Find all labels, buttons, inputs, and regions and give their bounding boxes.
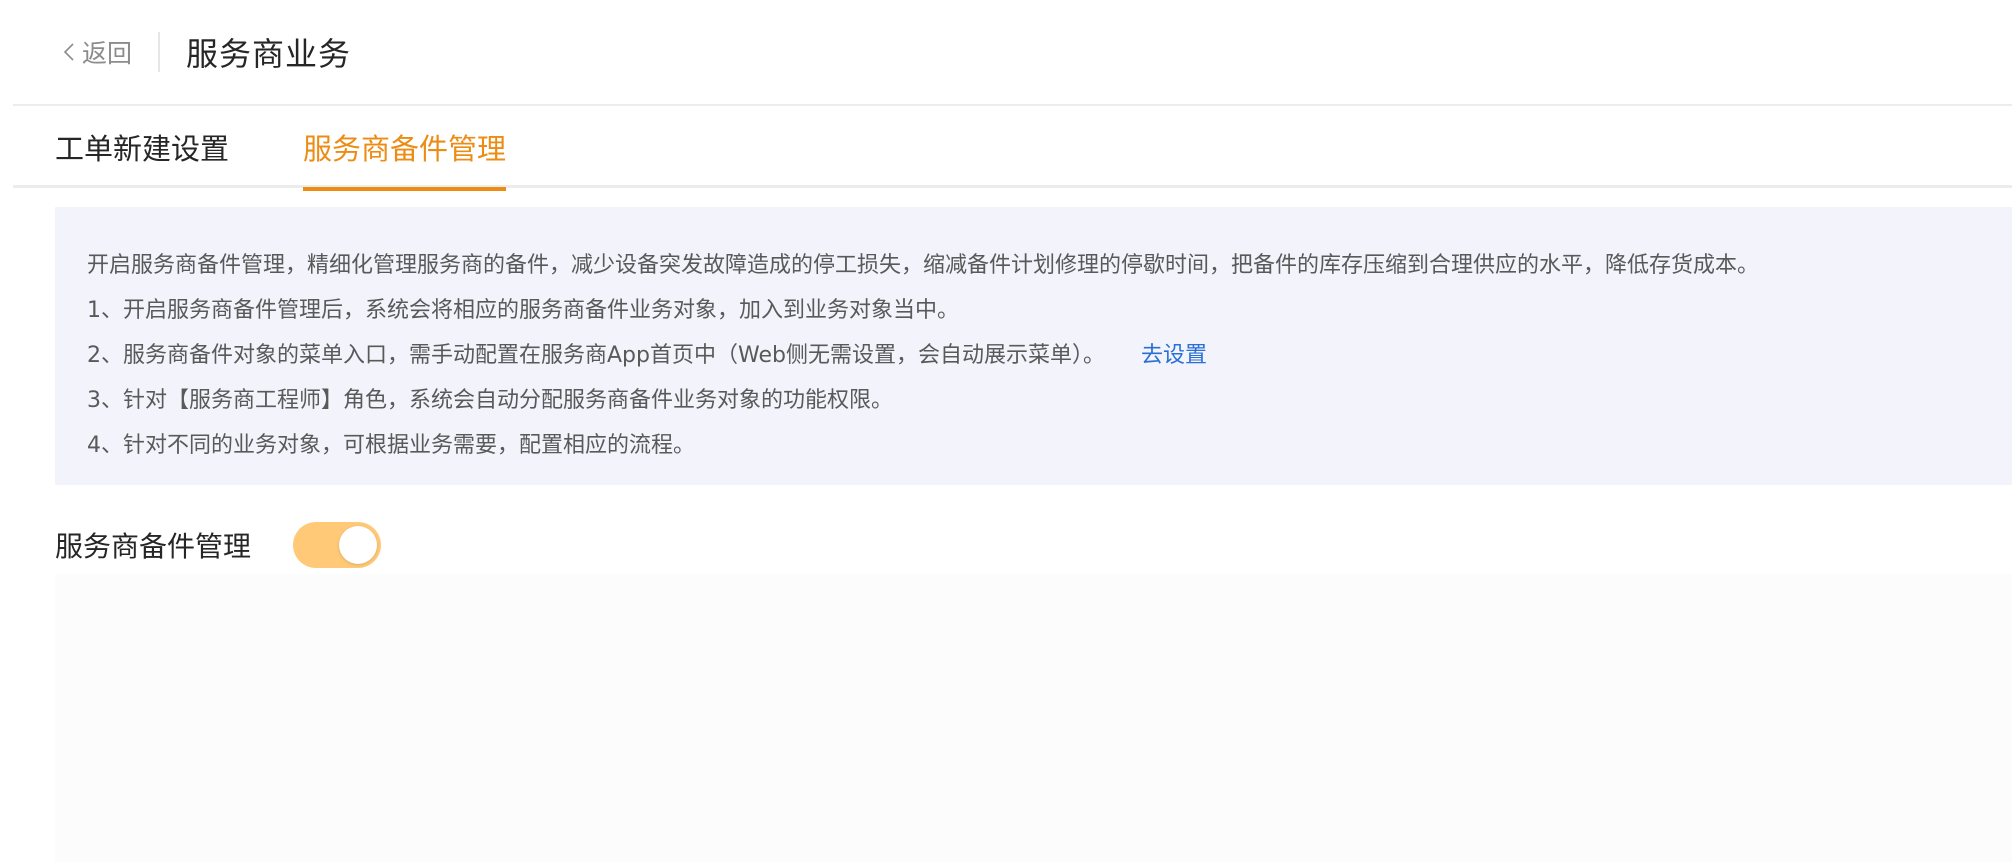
header: 返回 服务商业务 (13, 0, 2012, 106)
info-line-with-link: 2、服务商备件对象的菜单入口，需手动配置在服务商App首页中（Web侧无需设置，… (87, 333, 2012, 378)
info-line-text: 2、服务商备件对象的菜单入口，需手动配置在服务商App首页中（Web侧无需设置，… (87, 343, 1105, 368)
setting-label: 服务商备件管理 (55, 530, 252, 563)
chevron-left-icon (58, 32, 80, 72)
page-title: 服务商业务 (186, 35, 352, 73)
back-button[interactable]: 返回 (58, 32, 132, 72)
go-settings-link[interactable]: 去设置 (1141, 343, 1207, 368)
info-line: 4、针对不同的业务对象，可根据业务需要，配置相应的流程。 (87, 433, 695, 458)
info-box: 开启服务商备件管理，精细化管理服务商的备件，减少设备突发故障造成的停工损失，缩减… (55, 207, 2012, 485)
info-line: 开启服务商备件管理，精细化管理服务商的备件，减少设备突发故障造成的停工损失，缩减… (87, 253, 1760, 278)
page: 返回 服务商业务 工单新建设置 服务商备件管理 开启服务商备件管理，精细化管理服… (0, 0, 2012, 862)
spare-parts-setting-row: 服务商备件管理 (55, 520, 382, 570)
info-line: 3、针对【服务商工程师】角色，系统会自动分配服务商备件业务对象的功能权限。 (87, 388, 893, 413)
header-divider (158, 32, 161, 72)
content-area (55, 574, 2012, 862)
spare-parts-toggle[interactable] (293, 522, 382, 568)
tab-spare-parts-management[interactable]: 服务商备件管理 (303, 106, 507, 191)
back-label: 返回 (82, 39, 133, 68)
toggle-knob (339, 526, 378, 564)
info-line: 1、开启服务商备件管理后，系统会将相应的服务商备件业务对象，加入到业务对象当中。 (87, 298, 960, 323)
tab-work-order-settings[interactable]: 工单新建设置 (55, 106, 229, 188)
tab-bar: 工单新建设置 服务商备件管理 (13, 106, 2012, 191)
